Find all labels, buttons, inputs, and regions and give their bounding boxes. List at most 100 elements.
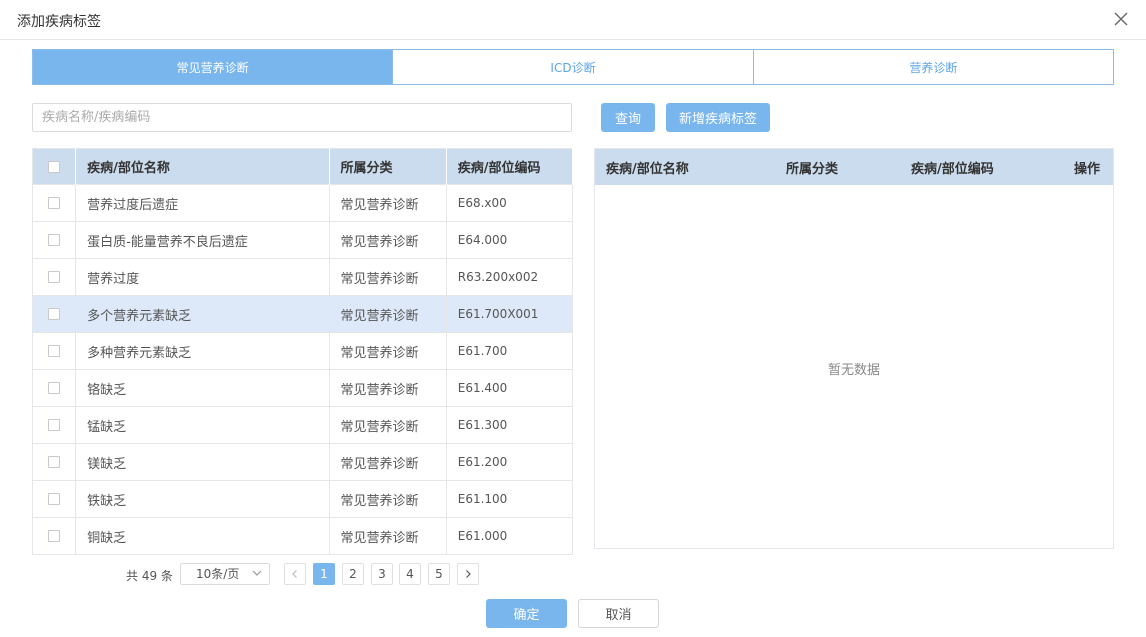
tab-common-nutrition-diagnosis[interactable]: 常见营养诊断 bbox=[33, 50, 393, 84]
total-count: 共 49 条 bbox=[126, 569, 173, 583]
row-checkbox-cell bbox=[32, 332, 77, 370]
empty-state-text: 暂无数据 bbox=[827, 363, 880, 378]
row-code: E61.200 bbox=[446, 443, 574, 481]
row-checkbox[interactable] bbox=[48, 308, 61, 320]
cancel-button[interactable]: 取消 bbox=[578, 599, 659, 628]
row-disease-name: 锰缺乏 bbox=[75, 406, 330, 444]
table-row[interactable]: 蛋白质-能量营养不良后遗症 常见营养诊断 E64.000 bbox=[32, 221, 574, 259]
table-row[interactable]: 锰缺乏 常见营养诊断 E61.300 bbox=[32, 406, 574, 444]
row-disease-name: 多个营养元素缺乏 bbox=[75, 295, 330, 333]
row-code: E61.700 bbox=[446, 332, 574, 370]
table-row[interactable]: 营养过度 常见营养诊断 R63.200x002 bbox=[32, 258, 574, 296]
row-checkbox-cell bbox=[32, 258, 77, 296]
row-category: 常见营养诊断 bbox=[329, 406, 447, 444]
column-header-name: 疾病/部位名称 bbox=[75, 148, 330, 185]
row-disease-name: 多种营养元素缺乏 bbox=[75, 332, 330, 370]
confirm-button[interactable]: 确定 bbox=[486, 599, 567, 628]
row-checkbox-cell bbox=[32, 480, 77, 518]
page-button-1[interactable]: 1 bbox=[313, 563, 335, 585]
select-all-checkbox[interactable] bbox=[48, 160, 61, 173]
select-all-cell bbox=[32, 148, 77, 185]
row-checkbox[interactable] bbox=[48, 271, 61, 283]
search-input[interactable] bbox=[32, 103, 572, 132]
prev-page-button[interactable] bbox=[284, 563, 306, 585]
row-checkbox-cell bbox=[32, 406, 77, 444]
row-disease-name: 镁缺乏 bbox=[75, 443, 330, 481]
row-category: 常见营养诊断 bbox=[329, 221, 447, 259]
row-category: 常见营养诊断 bbox=[329, 369, 447, 407]
row-checkbox[interactable] bbox=[48, 419, 61, 431]
page-button-5[interactable]: 5 bbox=[428, 563, 450, 585]
table-row[interactable]: 铜缺乏 常见营养诊断 E61.000 bbox=[32, 517, 574, 555]
page-size-value: 10条/页 bbox=[196, 567, 240, 581]
page-button-3[interactable]: 3 bbox=[371, 563, 393, 585]
row-disease-name: 蛋白质-能量营养不良后遗症 bbox=[75, 221, 330, 259]
table-row[interactable]: 多种营养元素缺乏 常见营养诊断 E61.700 bbox=[32, 332, 574, 370]
row-checkbox-cell bbox=[32, 443, 77, 481]
row-disease-name: 铬缺乏 bbox=[75, 369, 330, 407]
table-row[interactable]: 铬缺乏 常见营养诊断 E61.400 bbox=[32, 369, 574, 407]
row-disease-name: 营养过度 bbox=[75, 258, 330, 296]
column-header-code: 疾病/部位编码 bbox=[446, 148, 574, 185]
column-header-category: 所属分类 bbox=[786, 162, 839, 177]
selected-table-header: 疾病/部位名称 所属分类 疾病/部位编码 操作 bbox=[595, 149, 1113, 185]
add-disease-tag-button[interactable]: 新增疾病标签 bbox=[666, 103, 770, 132]
row-disease-name: 营养过度后遗症 bbox=[75, 184, 330, 222]
next-page-button[interactable] bbox=[457, 563, 479, 585]
row-category: 常见营养诊断 bbox=[329, 184, 447, 222]
row-category: 常见营养诊断 bbox=[329, 258, 447, 296]
disease-table: 疾病/部位名称 所属分类 疾病/部位编码 营养过度后遗症 常见营养诊断 E68.x0… bbox=[32, 148, 574, 555]
chevron-left-icon bbox=[292, 570, 297, 578]
query-button[interactable]: 查询 bbox=[601, 103, 655, 132]
row-category: 常见营养诊断 bbox=[329, 480, 447, 518]
category-tabs: 常见营养诊断 ICD诊断 营养诊断 bbox=[32, 49, 1114, 85]
chevron-right-icon bbox=[466, 570, 471, 578]
row-checkbox-cell bbox=[32, 295, 77, 333]
table-row[interactable]: 营养过度后遗症 常见营养诊断 E68.x00 bbox=[32, 184, 574, 222]
column-header-actions: 操作 bbox=[1074, 162, 1101, 177]
table-row[interactable]: 多个营养元素缺乏 常见营养诊断 E61.700X001 bbox=[32, 295, 574, 333]
tab-nutrition-diagnosis[interactable]: 营养诊断 bbox=[752, 50, 1113, 84]
row-disease-name: 铜缺乏 bbox=[75, 517, 330, 555]
dialog-header: 添加疾病标签 bbox=[0, 0, 1146, 40]
row-checkbox-cell bbox=[32, 369, 77, 407]
selected-tags-panel: 疾病/部位名称 所属分类 疾病/部位编码 操作 暂无数据 bbox=[594, 148, 1114, 549]
column-header-code: 疾病/部位编码 bbox=[911, 162, 994, 177]
table-row[interactable]: 镁缺乏 常见营养诊断 E61.200 bbox=[32, 443, 574, 481]
row-code: E61.300 bbox=[446, 406, 574, 444]
row-checkbox-cell bbox=[32, 517, 77, 555]
page-button-4[interactable]: 4 bbox=[399, 563, 421, 585]
table-row[interactable]: 铁缺乏 常见营养诊断 E61.100 bbox=[32, 480, 574, 518]
row-category: 常见营养诊断 bbox=[329, 295, 447, 333]
row-code: E68.x00 bbox=[446, 184, 574, 222]
row-checkbox[interactable] bbox=[48, 382, 61, 394]
column-header-category: 所属分类 bbox=[329, 148, 447, 185]
pagination: 共 49 条 10条/页 1 2 3 4 5 bbox=[0, 563, 600, 585]
column-header-name: 疾病/部位名称 bbox=[606, 162, 689, 177]
tab-icd-diagnosis[interactable]: ICD诊断 bbox=[392, 50, 753, 84]
row-code: E61.000 bbox=[446, 517, 574, 555]
chevron-down-icon bbox=[252, 570, 262, 576]
row-checkbox[interactable] bbox=[48, 197, 61, 209]
table-header-row: 疾病/部位名称 所属分类 疾病/部位编码 bbox=[32, 148, 574, 185]
row-category: 常见营养诊断 bbox=[329, 443, 447, 481]
row-checkbox-cell bbox=[32, 184, 77, 222]
page-button-2[interactable]: 2 bbox=[342, 563, 364, 585]
row-checkbox[interactable] bbox=[48, 456, 61, 468]
row-category: 常见营养诊断 bbox=[329, 517, 447, 555]
row-category: 常见营养诊断 bbox=[329, 332, 447, 370]
row-code: E61.400 bbox=[446, 369, 574, 407]
row-checkbox[interactable] bbox=[48, 493, 61, 505]
row-code: E61.100 bbox=[446, 480, 574, 518]
row-code: E64.000 bbox=[446, 221, 574, 259]
page-size-select[interactable]: 10条/页 bbox=[180, 563, 270, 585]
row-code: R63.200x002 bbox=[446, 258, 574, 296]
row-checkbox[interactable] bbox=[48, 234, 61, 246]
dialog-title: 添加疾病标签 bbox=[17, 14, 101, 30]
row-checkbox[interactable] bbox=[48, 530, 61, 542]
disease-table-body: 营养过度后遗症 常见营养诊断 E68.x00 蛋白质-能量营养不良后遗症 常见营养诊断 E… bbox=[32, 184, 574, 555]
row-disease-name: 铁缺乏 bbox=[75, 480, 330, 518]
row-code: E61.700X001 bbox=[446, 295, 574, 333]
row-checkbox[interactable] bbox=[48, 345, 61, 357]
close-icon[interactable] bbox=[1112, 10, 1130, 28]
